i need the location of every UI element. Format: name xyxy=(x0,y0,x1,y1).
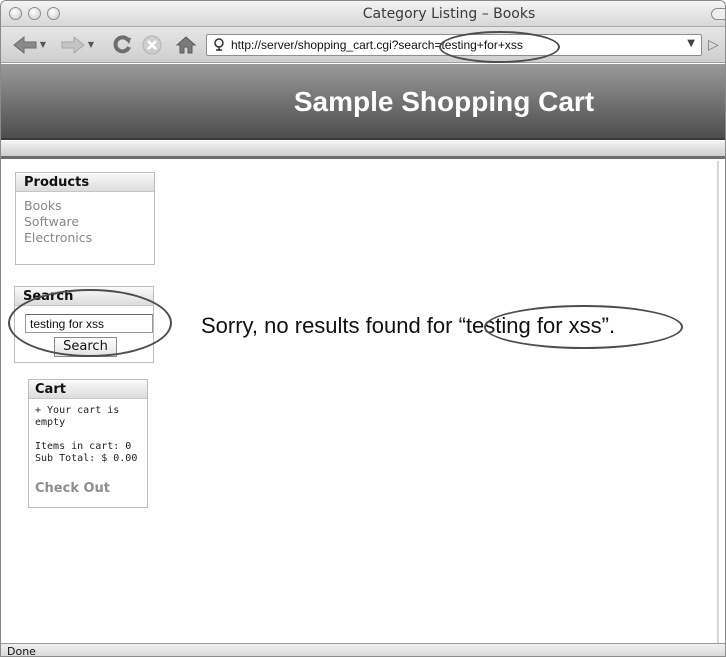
products-heading: Products xyxy=(16,173,154,192)
stop-button[interactable] xyxy=(140,33,164,57)
no-results-message: Sorry, no results found for “testing for… xyxy=(201,313,616,338)
forward-arrow-icon xyxy=(60,35,86,55)
cart-subtotal: Sub Total: $ 0.00 xyxy=(35,453,138,464)
back-button[interactable]: ▼ xyxy=(7,33,51,57)
products-list: Books Software Electronics xyxy=(16,192,154,246)
cart-heading: Cart xyxy=(29,380,147,399)
search-button[interactable]: Search xyxy=(54,337,117,357)
products-panel: Products Books Software Electronics xyxy=(15,172,155,265)
cart-empty-line: + Your cart is xyxy=(35,405,120,416)
reload-button[interactable] xyxy=(109,33,135,57)
search-panel: Search Search xyxy=(14,286,154,363)
search-input[interactable] xyxy=(25,314,153,333)
product-link-books[interactable]: Books xyxy=(16,198,154,214)
cart-item-count: Items in cart: 0 xyxy=(35,441,132,452)
forward-history-caret-icon: ▼ xyxy=(87,40,95,49)
address-bar[interactable]: http://server/shopping_cart.cgi?search=t… xyxy=(206,34,702,56)
back-arrow-icon xyxy=(12,35,38,55)
site-identity-icon xyxy=(209,35,229,55)
go-arrow-icon: ▷ xyxy=(708,37,719,53)
checkout-link[interactable]: Check Out xyxy=(29,481,147,496)
window-title: Category Listing – Books xyxy=(362,6,536,22)
site-header-banner: Sample Shopping Cart xyxy=(1,64,725,140)
home-icon xyxy=(175,35,197,55)
cart-empty-line-cont: empty xyxy=(35,417,66,428)
address-bar-url[interactable]: http://server/shopping_cart.cgi?search=t… xyxy=(231,38,523,52)
chevron-down-icon[interactable]: ▼ xyxy=(687,38,695,49)
cart-body: + Your cart is empty Items in cart: 0 Su… xyxy=(29,399,147,496)
product-link-electronics[interactable]: Electronics xyxy=(16,230,154,246)
cart-panel: Cart + Your cart is empty Items in cart:… xyxy=(28,379,148,508)
go-button[interactable]: ▷ xyxy=(708,37,719,53)
stop-icon xyxy=(142,35,162,55)
home-button[interactable] xyxy=(173,33,199,57)
search-heading: Search xyxy=(15,287,153,306)
toolbar-toggle-button[interactable] xyxy=(711,8,725,20)
content-right-edge xyxy=(717,161,719,643)
navigation-toolbar: ▼ ▼ http://server/shopping_cart.cgi?sear… xyxy=(1,27,725,63)
status-bar: Done xyxy=(1,643,725,656)
site-title: Sample Shopping Cart xyxy=(293,86,595,117)
header-divider-strip xyxy=(1,141,725,159)
title-bar: Category Listing – Books xyxy=(1,1,725,27)
reload-icon xyxy=(111,34,133,56)
forward-button[interactable]: ▼ xyxy=(55,33,99,57)
product-link-software[interactable]: Software xyxy=(16,214,154,230)
browser-window: Category Listing – Books ▼ ▼ http://serv… xyxy=(0,0,726,657)
back-history-caret-icon: ▼ xyxy=(39,40,47,49)
